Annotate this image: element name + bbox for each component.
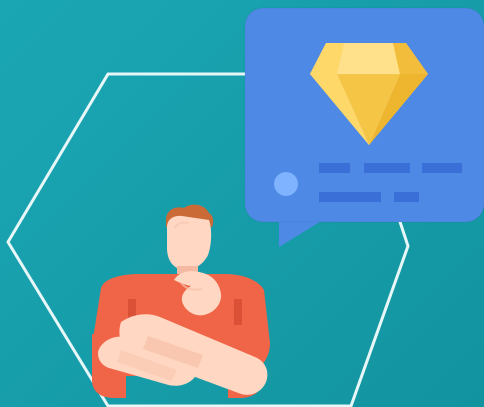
- thinking-person: [92, 204, 270, 398]
- illustration-svg: [6, 7, 484, 407]
- illustration-canvas: [0, 0, 484, 407]
- avatar-dot: [274, 172, 298, 196]
